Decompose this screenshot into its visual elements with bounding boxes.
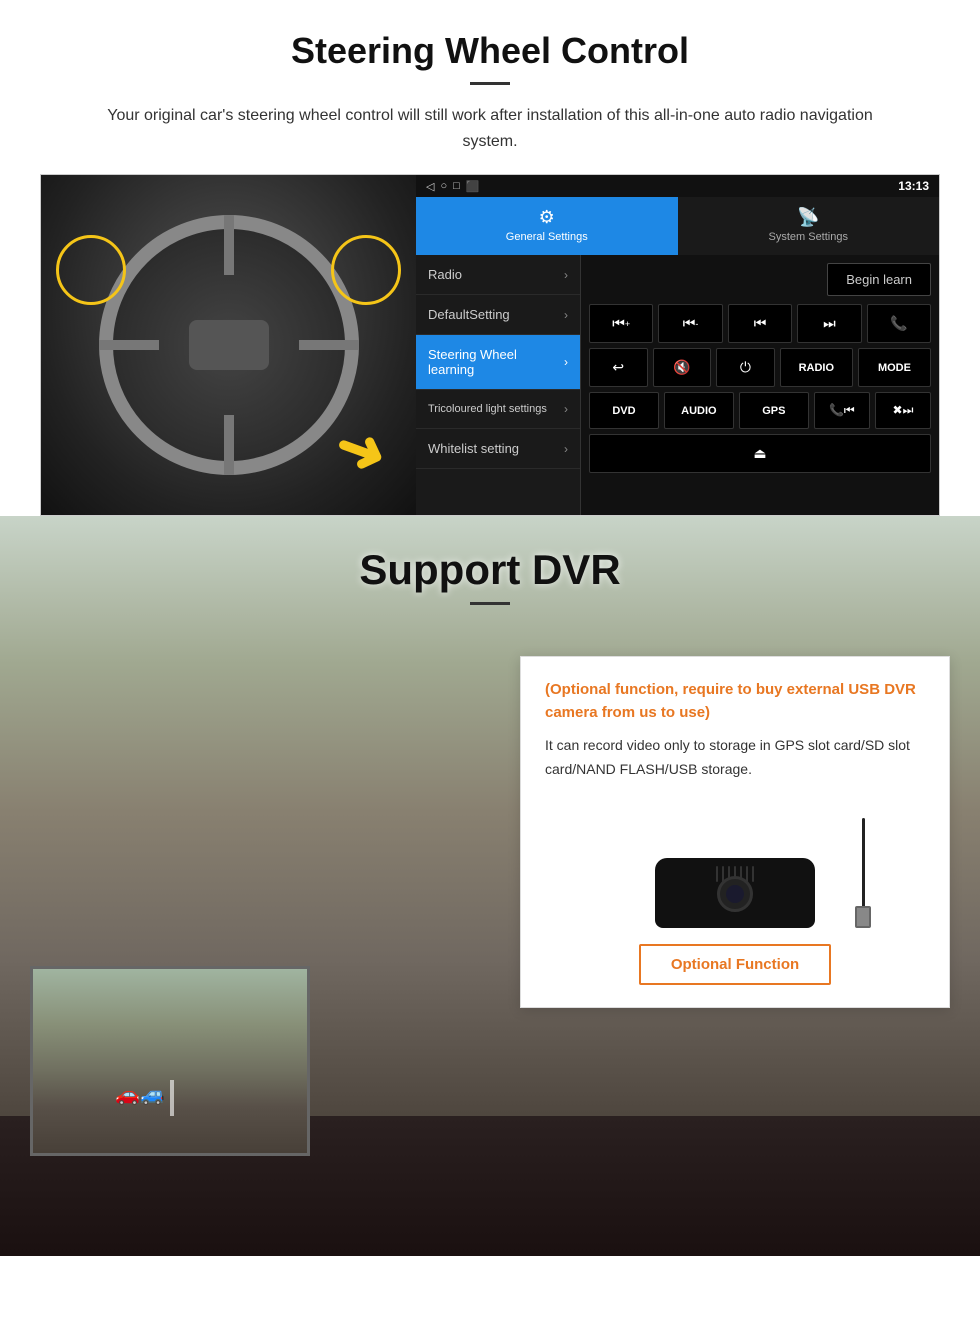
steering-photo: ➜ xyxy=(41,175,416,515)
dvr-info-card: (Optional function, require to buy exter… xyxy=(520,656,950,1008)
sw-spoke-right xyxy=(299,340,359,350)
ctrl-prev-track[interactable]: ⏮ xyxy=(728,304,792,343)
camera-body xyxy=(655,858,815,928)
ctrl-gps[interactable]: GPS xyxy=(739,392,809,429)
ctrl-mute[interactable]: 🔇 xyxy=(653,348,712,387)
nav-recent-icon[interactable]: □ xyxy=(453,180,460,193)
usb-connector xyxy=(855,906,871,928)
android-tabs: ⚙ General Settings 📡 System Settings xyxy=(416,197,939,255)
ctrl-next-track[interactable]: ⏭ xyxy=(797,304,861,343)
menu-item-default-setting[interactable]: DefaultSetting › xyxy=(416,295,580,335)
chevron-icon-default: › xyxy=(564,308,568,322)
menu-item-steering-wheel[interactable]: Steering Wheel learning › xyxy=(416,335,580,390)
chevron-icon-tricoloured: › xyxy=(564,402,568,416)
camera-cable xyxy=(862,818,865,908)
yellow-circle-right xyxy=(331,235,401,305)
ctrl-row-4: ⏏ xyxy=(589,434,931,473)
dvr-section: Support DVR 🚗🚙 (Optional function, requi… xyxy=(0,516,980,1256)
chevron-icon-radio: › xyxy=(564,268,568,282)
dvr-camera-illustration xyxy=(595,798,875,928)
control-grid: ⏮+ ⏮- ⏮ ⏭ 📞 ↩ 🔇 ⏻ RADIO MODE xyxy=(589,304,931,473)
sw-spoke-top xyxy=(224,215,234,275)
ctrl-radio[interactable]: RADIO xyxy=(780,348,853,387)
chevron-icon-steering: › xyxy=(564,355,568,369)
ctrl-eject[interactable]: ⏏ xyxy=(589,434,931,473)
ctrl-phone[interactable]: 📞 xyxy=(867,304,931,343)
android-demo: ➜ ◁ ○ □ ⬛ 13:13 ⚙ General Settings xyxy=(40,174,940,516)
thumb-cars: 🚗🚙 xyxy=(115,1082,165,1107)
android-right-panel: Begin learn ⏮+ ⏮- ⏮ ⏭ 📞 ↩ xyxy=(581,255,939,515)
nav-menu-icon[interactable]: ⬛ xyxy=(466,180,480,193)
steering-section: Steering Wheel Control Your original car… xyxy=(0,0,980,516)
dvr-description: It can record video only to storage in G… xyxy=(545,734,925,782)
optional-function-button[interactable]: Optional Function xyxy=(639,944,831,985)
menu-item-tricoloured[interactable]: Tricoloured light settings › xyxy=(416,390,580,429)
thumb-street: 🚗🚙 xyxy=(33,969,307,1153)
dvr-optional-notice: (Optional function, require to buy exter… xyxy=(545,679,925,724)
begin-learn-button[interactable]: Begin learn xyxy=(827,263,931,296)
steering-wheel-ring xyxy=(99,215,359,475)
nav-home-icon[interactable]: ○ xyxy=(440,180,447,193)
sw-spoke-bot xyxy=(224,415,234,475)
menu-whitelist-label: Whitelist setting xyxy=(428,441,519,456)
ctrl-row-1: ⏮+ ⏮- ⏮ ⏭ 📞 xyxy=(589,304,931,343)
ctrl-mode[interactable]: MODE xyxy=(858,348,931,387)
dvr-footage-thumbnail: 🚗🚙 xyxy=(30,966,310,1156)
android-menu: Radio › DefaultSetting › Steering Wheel … xyxy=(416,255,581,515)
ctrl-audio[interactable]: AUDIO xyxy=(664,392,734,429)
status-time: 13:13 xyxy=(898,179,929,193)
android-content: Radio › DefaultSetting › Steering Wheel … xyxy=(416,255,939,515)
sw-spoke-left xyxy=(99,340,159,350)
tab-system-label: System Settings xyxy=(769,231,848,243)
steering-subtitle: Your original car's steering wheel contr… xyxy=(90,103,890,154)
menu-item-whitelist[interactable]: Whitelist setting › xyxy=(416,429,580,469)
wifi-icon: 📡 xyxy=(797,207,819,228)
tab-general-label: General Settings xyxy=(506,231,588,243)
menu-default-label: DefaultSetting xyxy=(428,307,510,322)
menu-item-radio[interactable]: Radio › xyxy=(416,255,580,295)
title-divider xyxy=(470,82,510,85)
ctrl-row-2: ↩ 🔇 ⏻ RADIO MODE xyxy=(589,348,931,387)
ctrl-power[interactable]: ⏻ xyxy=(716,348,775,387)
camera-lens xyxy=(717,876,753,912)
gear-icon: ⚙ xyxy=(539,207,555,228)
nav-back-icon[interactable]: ◁ xyxy=(426,180,434,193)
ctrl-dvd[interactable]: DVD xyxy=(589,392,659,429)
menu-steering-label: Steering Wheel learning xyxy=(428,347,564,377)
vent-line-7 xyxy=(752,866,754,882)
ctrl-mute-next[interactable]: ✖⏭ xyxy=(875,392,931,429)
tab-system-settings[interactable]: 📡 System Settings xyxy=(678,197,940,255)
status-nav-icons: ◁ ○ □ ⬛ xyxy=(426,180,479,193)
android-status-bar: ◁ ○ □ ⬛ 13:13 xyxy=(416,175,939,197)
ctrl-phone-prev[interactable]: 📞⏮ xyxy=(814,392,870,429)
vent-line-1 xyxy=(716,866,718,882)
chevron-icon-whitelist: › xyxy=(564,442,568,456)
tab-general-settings[interactable]: ⚙ General Settings xyxy=(416,197,678,255)
ctrl-hangup[interactable]: ↩ xyxy=(589,348,648,387)
ctrl-vol-up[interactable]: ⏮+ xyxy=(589,304,653,343)
ctrl-row-3: DVD AUDIO GPS 📞⏮ ✖⏭ xyxy=(589,392,931,429)
menu-radio-label: Radio xyxy=(428,267,462,282)
menu-tricoloured-label: Tricoloured light settings xyxy=(428,403,547,415)
thumb-road-line xyxy=(170,1080,174,1117)
yellow-circle-left xyxy=(56,235,126,305)
dvr-title-divider xyxy=(470,602,510,605)
android-ui: ◁ ○ □ ⬛ 13:13 ⚙ General Settings 📡 Syste… xyxy=(416,175,939,515)
dvr-title: Support DVR xyxy=(0,546,980,594)
sw-center xyxy=(189,320,269,370)
dvr-title-area: Support DVR xyxy=(0,516,980,615)
steering-title: Steering Wheel Control xyxy=(40,30,940,72)
begin-learn-row: Begin learn xyxy=(589,263,931,296)
ctrl-vol-down[interactable]: ⏮- xyxy=(658,304,722,343)
